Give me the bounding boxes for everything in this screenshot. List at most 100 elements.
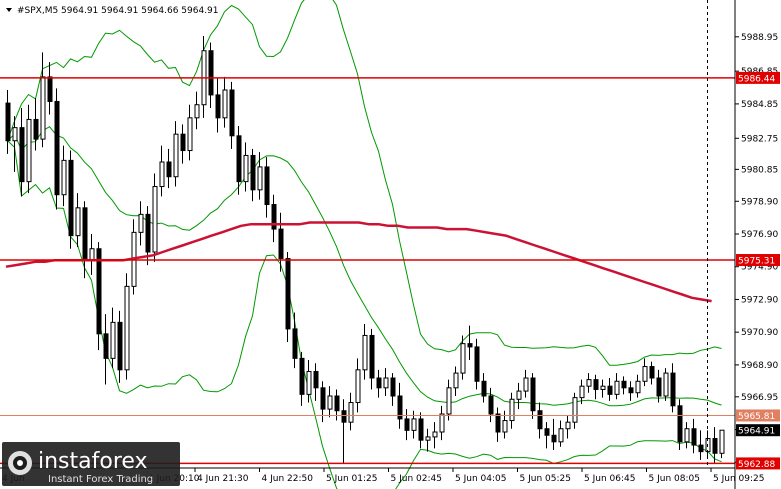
current-price-label: 5964.91 [738, 427, 775, 437]
candle-body [628, 387, 634, 394]
candle-body [110, 321, 116, 359]
candle-body [278, 228, 284, 260]
candle-body [460, 343, 466, 374]
candle-body [446, 387, 452, 415]
candle-body [33, 118, 39, 140]
candle-body [439, 413, 445, 433]
candle-body [369, 334, 375, 379]
watermark: instaforex Instant Forex Trading [2, 442, 180, 486]
time-tick-label: 4 Jun 21:30 [197, 474, 249, 484]
candle [663, 368, 669, 401]
candle-body [194, 104, 200, 119]
price-tick-label: 5970.90 [741, 328, 778, 338]
candle-body [411, 418, 417, 431]
candle-body [89, 248, 95, 261]
candle-body [152, 186, 158, 253]
candle-body [607, 385, 613, 395]
watermark-brand: instaforex [38, 449, 148, 474]
candle-body [5, 102, 11, 142]
candle-body [530, 377, 536, 412]
candle-body [187, 117, 193, 152]
candle-body [215, 94, 221, 119]
candle-body [453, 372, 459, 389]
candle-body [614, 380, 620, 395]
price-tick-label: 5984.85 [741, 100, 778, 110]
candle-body [649, 366, 655, 379]
candle-body [418, 418, 424, 441]
candle-body [565, 421, 571, 430]
price-tick-label: 5968.90 [741, 361, 778, 371]
price-tick-label: 5966.95 [741, 393, 778, 403]
candle-body [103, 333, 109, 359]
candle-body [593, 379, 599, 390]
candle-body [47, 76, 53, 102]
candle-body [677, 405, 683, 443]
chart-title: #SPX,M5 5964.91 5964.91 5964.66 5964.91 [6, 6, 219, 16]
candle-body [68, 159, 74, 237]
time-tick-label: 5 Jun 04:05 [455, 474, 506, 484]
candle-body [82, 207, 88, 261]
time-tick-label: 5 Jun 09:25 [713, 474, 764, 484]
candle-body [635, 380, 641, 394]
candle-body [663, 372, 669, 397]
candle-body [320, 387, 326, 410]
candle-body [208, 50, 214, 96]
candle-body [299, 357, 305, 395]
chart-title-text: #SPX,M5 5964.91 5964.91 5964.66 5964.91 [17, 6, 219, 16]
time-tick-label: 5 Jun 05:25 [520, 474, 571, 484]
candle-body [26, 118, 32, 183]
price-tick-label: 5980.85 [741, 165, 778, 175]
candle-body [243, 154, 249, 183]
candle-body [558, 428, 564, 443]
candle [285, 252, 291, 342]
candle-body [96, 248, 102, 335]
candle-body [313, 370, 319, 389]
candle-body [222, 89, 228, 119]
candle [124, 273, 130, 380]
candle-body [19, 127, 25, 183]
price-tick-label: 5982.75 [741, 134, 778, 144]
candle [96, 242, 102, 351]
candle-body [383, 377, 389, 389]
time-tick-label: 5 Jun 06:45 [584, 474, 635, 484]
candle [152, 173, 158, 262]
candle-body [712, 438, 718, 454]
candle-body [355, 369, 361, 404]
candle-body [257, 166, 263, 191]
candle-body [348, 402, 354, 423]
time-tick-label: 5 Jun 08:05 [649, 474, 700, 484]
candle-body [61, 159, 67, 196]
candle-body [236, 135, 242, 183]
candle-body [327, 395, 333, 410]
candle-body [54, 100, 60, 196]
candle-body [621, 380, 627, 389]
candle-body [670, 372, 676, 407]
candle-body [40, 76, 46, 140]
candle-body [432, 431, 438, 438]
candle-body [166, 161, 172, 178]
price-tick-label: 5988.95 [741, 33, 778, 43]
candle-body [390, 377, 396, 397]
candle-body [334, 395, 340, 412]
candle-body [719, 429, 725, 454]
candle-body [481, 380, 487, 397]
candle-body [684, 428, 690, 443]
level-label: 5962.88 [738, 460, 775, 470]
candle-body [572, 397, 578, 423]
candle-body [474, 346, 480, 382]
candle-body [467, 343, 473, 348]
candle-body [495, 413, 501, 433]
level-label: 5975.31 [738, 257, 775, 267]
watermark-tagline: Instant Forex Trading [48, 474, 153, 485]
candle-body [656, 377, 662, 397]
candle-body [75, 207, 81, 237]
candle-body [488, 395, 494, 415]
candle-body [642, 366, 648, 382]
candle-body [376, 377, 382, 389]
candle [68, 150, 74, 249]
candle-body [12, 127, 18, 142]
instaforex-logo-icon [8, 451, 32, 475]
candle-body [600, 385, 606, 390]
candle-body [117, 321, 123, 371]
candle-body [173, 133, 179, 178]
